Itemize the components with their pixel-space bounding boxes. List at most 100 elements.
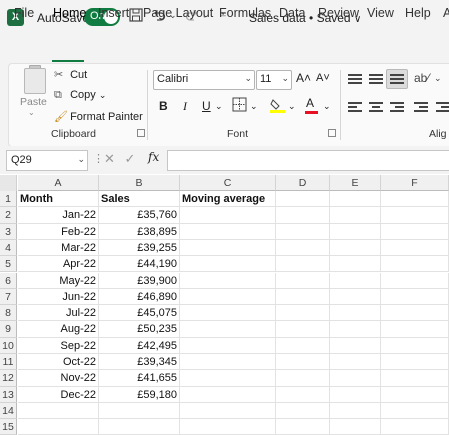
cell-f7[interactable] — [381, 288, 449, 306]
cell-f4[interactable] — [381, 239, 449, 257]
cell-f10[interactable] — [381, 337, 449, 354]
cell-a6[interactable]: May-22 — [18, 272, 99, 289]
cell-f8[interactable] — [381, 305, 449, 322]
copy-dropdown-icon[interactable]: ⌄ — [99, 90, 107, 100]
increase-font-size-button[interactable]: A˄ — [296, 71, 311, 85]
align-right-icon[interactable] — [390, 101, 404, 113]
cell-d5[interactable] — [276, 256, 330, 273]
cell-d4[interactable] — [276, 239, 330, 257]
cell-f1[interactable] — [381, 191, 449, 208]
tab-view[interactable]: View — [367, 6, 394, 20]
cell-a8[interactable]: Jul-22 — [18, 305, 99, 322]
top-align-icon[interactable] — [348, 73, 362, 85]
cell-f5[interactable] — [381, 256, 449, 273]
row-header-1[interactable]: 1 — [0, 191, 17, 208]
borders-dropdown-icon[interactable]: ⌄ — [250, 101, 258, 112]
cell-c4[interactable] — [180, 239, 276, 257]
align-left-icon[interactable] — [348, 101, 362, 113]
font-name-select[interactable]: Calibri ⌄ — [153, 70, 255, 90]
cell-e1[interactable] — [330, 191, 381, 208]
middle-align-icon[interactable] — [369, 73, 383, 85]
paste-dropdown-icon[interactable]: ⌄ — [28, 108, 35, 117]
tab-data[interactable]: Data — [279, 6, 305, 20]
cell-a3[interactable]: Feb-22 — [18, 223, 99, 240]
cell-a11[interactable]: Oct-22 — [18, 354, 99, 371]
cell-f6[interactable] — [381, 272, 449, 289]
cell-a10[interactable]: Sep-22 — [18, 337, 99, 354]
insert-function-button[interactable]: fx — [148, 150, 159, 164]
decrease-font-size-button[interactable]: A˅ — [316, 72, 330, 84]
cell-c1[interactable]: Moving average — [180, 191, 276, 208]
cell-e12[interactable] — [330, 370, 381, 387]
cell-e11[interactable] — [330, 354, 381, 371]
cut-button[interactable]: ✂ Cut — [54, 68, 87, 81]
cell-f2[interactable] — [381, 207, 449, 224]
bold-button[interactable]: B — [159, 99, 168, 113]
borders-icon[interactable] — [232, 97, 247, 115]
cell-c8[interactable] — [180, 305, 276, 322]
cell-b9[interactable]: £50,235 — [99, 321, 180, 338]
cell-c14[interactable] — [180, 402, 276, 420]
italic-button[interactable]: I — [183, 99, 187, 114]
cell-b14[interactable] — [99, 402, 180, 420]
cell-d11[interactable] — [276, 354, 330, 371]
cell-d14[interactable] — [276, 402, 330, 420]
cell-b6[interactable]: £39,900 — [99, 272, 180, 289]
tab-formulas[interactable]: Formulas — [219, 6, 271, 20]
cell-a1[interactable]: Month — [18, 191, 99, 208]
row-header-10[interactable]: 10 — [0, 337, 17, 354]
formula-input[interactable] — [167, 150, 449, 171]
column-header-d[interactable]: D — [276, 175, 330, 191]
cell-b13[interactable]: £59,180 — [99, 386, 180, 403]
tab-home[interactable]: Home — [53, 6, 86, 20]
cell-f12[interactable] — [381, 370, 449, 387]
cell-a5[interactable]: Apr-22 — [18, 256, 99, 273]
row-header-3[interactable]: 3 — [0, 223, 17, 240]
cell-e7[interactable] — [330, 288, 381, 306]
cell-a2[interactable]: Jan-22 — [18, 207, 99, 224]
fill-color-dropdown-icon[interactable]: ⌄ — [288, 101, 296, 112]
cell-b11[interactable]: £39,345 — [99, 354, 180, 371]
more-options-icon[interactable]: ⋮ — [93, 152, 104, 165]
format-painter-button[interactable]: 🖌 Format Painter — [54, 110, 143, 123]
cell-d3[interactable] — [276, 223, 330, 240]
cell-e5[interactable] — [330, 256, 381, 273]
tab-review[interactable]: Review — [318, 6, 359, 20]
font-launcher-icon[interactable] — [328, 129, 336, 137]
column-header-b[interactable]: B — [99, 175, 180, 191]
cell-d1[interactable] — [276, 191, 330, 208]
cell-e14[interactable] — [330, 402, 381, 420]
font-color-dropdown-icon[interactable]: ⌄ — [323, 101, 331, 112]
cell-e4[interactable] — [330, 239, 381, 257]
cell-b8[interactable]: £45,075 — [99, 305, 180, 322]
clipboard-launcher-icon[interactable] — [137, 129, 145, 137]
row-header-14[interactable]: 14 — [0, 402, 17, 420]
row-header-4[interactable]: 4 — [0, 239, 17, 257]
paste-button-label[interactable]: Paste — [20, 96, 47, 108]
cell-d7[interactable] — [276, 288, 330, 306]
orientation-icon[interactable]: ab⁄ — [414, 71, 429, 85]
row-header-12[interactable]: 12 — [0, 370, 17, 387]
row-header-2[interactable]: 2 — [0, 207, 17, 224]
cell-a7[interactable]: Jun-22 — [18, 288, 99, 306]
cell-e13[interactable] — [330, 386, 381, 403]
cell-c2[interactable] — [180, 207, 276, 224]
name-box[interactable]: Q29 ⌄ — [6, 150, 88, 171]
cell-c6[interactable] — [180, 272, 276, 289]
cancel-icon[interactable]: ✕ — [104, 151, 115, 166]
orientation-dropdown-icon[interactable]: ⌄ — [434, 73, 442, 84]
cell-f14[interactable] — [381, 402, 449, 420]
cell-d10[interactable] — [276, 337, 330, 354]
save-icon[interactable] — [129, 8, 143, 25]
cell-d12[interactable] — [276, 370, 330, 387]
select-all-corner[interactable] — [0, 175, 17, 192]
enter-icon[interactable]: ✓ — [125, 151, 136, 166]
column-header-e[interactable]: E — [330, 175, 381, 191]
cell-e8[interactable] — [330, 305, 381, 322]
cell-c3[interactable] — [180, 223, 276, 240]
row-header-13[interactable]: 13 — [0, 386, 17, 403]
cell-a13[interactable]: Dec-22 — [18, 386, 99, 403]
cell-b5[interactable]: £44,190 — [99, 256, 180, 273]
row-header-5[interactable]: 5 — [0, 256, 17, 273]
cell-d9[interactable] — [276, 321, 330, 338]
